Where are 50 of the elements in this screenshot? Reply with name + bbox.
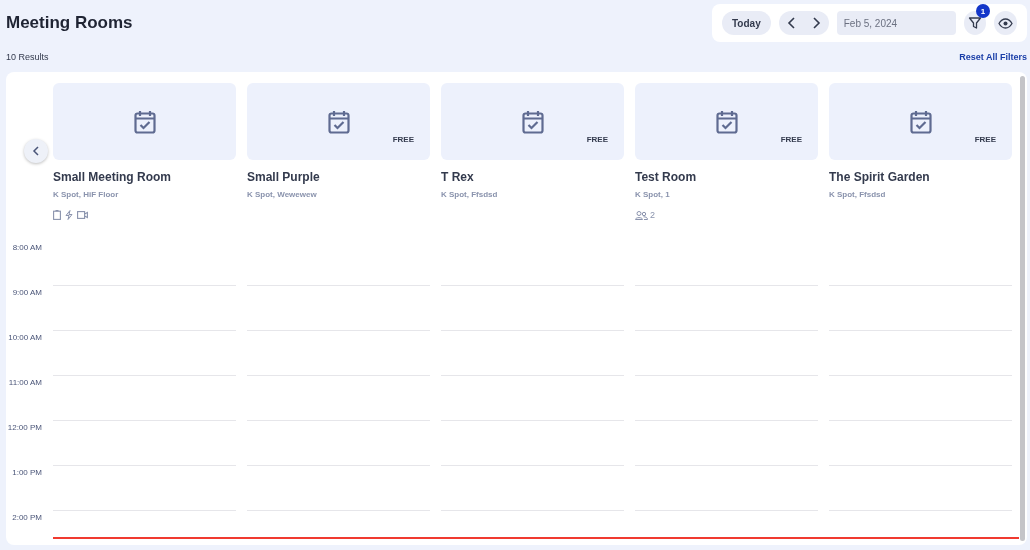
filter-count-badge: 1: [976, 4, 990, 18]
room-location: K Spot, Ffsdsd: [829, 190, 887, 199]
room-image-placeholder[interactable]: FREE: [829, 83, 1012, 160]
calendar-check-icon: [133, 109, 156, 134]
time-label: 2:00 PM: [12, 513, 42, 522]
room-image-placeholder[interactable]: FREE: [635, 83, 818, 160]
room-image-placeholder[interactable]: FREE: [247, 83, 430, 160]
scrollbar[interactable]: [1020, 76, 1025, 541]
filter-button[interactable]: [963, 11, 987, 35]
room-name: The Spirit Garden: [829, 170, 931, 184]
room-location: K Spot, Wewewew: [247, 190, 318, 199]
room-name: T Rex: [441, 170, 475, 184]
room-name: Small Meeting Room: [53, 170, 172, 184]
calendar-check-icon: [909, 109, 932, 134]
filter-icon: [968, 16, 983, 30]
room-location: K Spot, 1: [635, 190, 671, 199]
calendar-check-icon: [327, 109, 350, 134]
results-count: 10 Results: [6, 52, 49, 62]
room-name: Test Room: [635, 170, 698, 184]
next-icon[interactable]: [810, 17, 821, 29]
time-label: 10:00 AM: [8, 333, 42, 342]
today-button[interactable]: Today: [722, 11, 771, 35]
capacity-count: 2: [650, 210, 655, 220]
availability-label: FREE: [974, 135, 996, 144]
time-label: 8:00 AM: [12, 243, 42, 252]
clipboard-icon: [53, 210, 61, 220]
time-label: 1:00 PM: [12, 468, 42, 477]
calendar-check-icon: [521, 109, 544, 134]
availability-label: FREE: [780, 135, 802, 144]
eye-icon: [998, 17, 1014, 29]
date-field[interactable]: Feb 5, 2024: [836, 11, 956, 35]
chevron-left-icon: [32, 146, 40, 156]
calendar-check-icon: [715, 109, 738, 134]
previous-icon[interactable]: [786, 17, 797, 29]
people-icon: [635, 210, 648, 220]
view-button[interactable]: [994, 11, 1017, 35]
availability-label: FREE: [586, 135, 608, 144]
room-location: K Spot, HiF Floor: [53, 190, 120, 199]
room-image-placeholder[interactable]: FREE: [441, 83, 624, 160]
room-name: Small Purple: [247, 170, 321, 184]
room-location: K Spot, Ffsdsd: [441, 190, 499, 199]
scroll-left-button[interactable]: [24, 139, 48, 163]
availability-label: FREE: [392, 135, 414, 144]
page-title: Meeting Rooms: [6, 13, 133, 33]
time-label: 11:00 AM: [8, 378, 42, 387]
time-label: 9:00 AM: [12, 288, 42, 297]
time-label: 12:00 PM: [7, 423, 42, 432]
lightning-icon: [65, 210, 73, 220]
video-camera-icon: [77, 211, 88, 219]
reset-filters-link[interactable]: Reset All Filters: [959, 52, 1027, 62]
